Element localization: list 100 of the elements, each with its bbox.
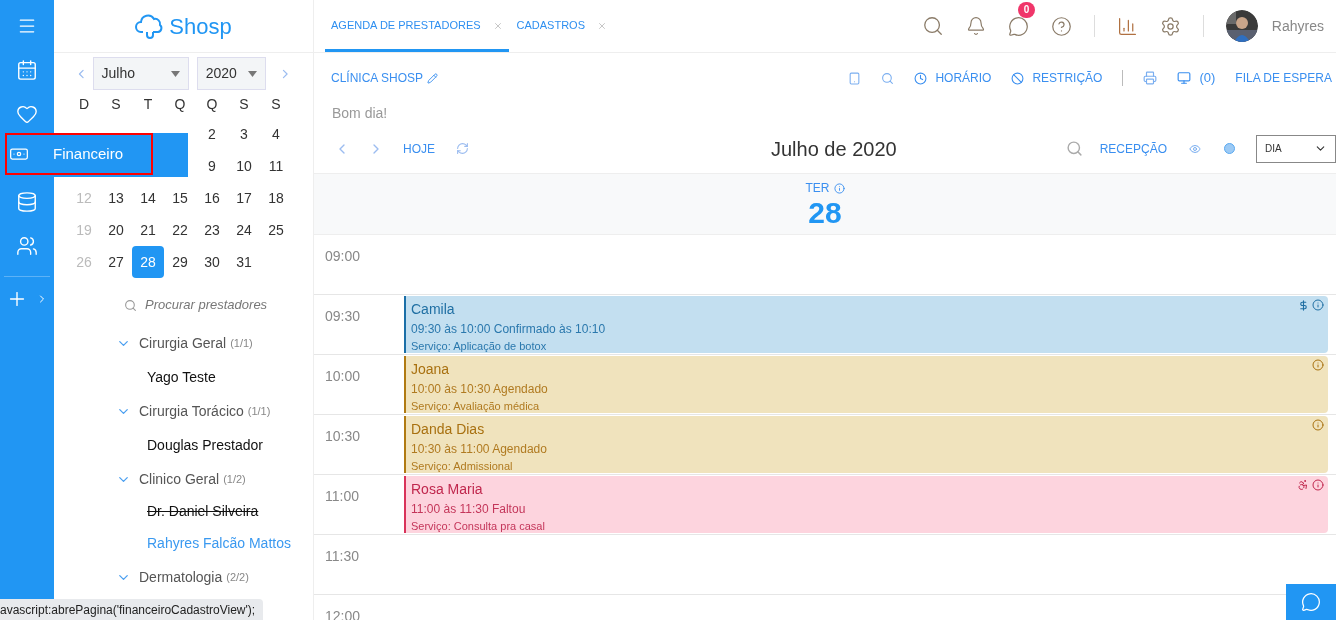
time-label: 10:00 xyxy=(324,367,362,386)
tablet-icon[interactable] xyxy=(848,71,862,85)
weekday-label: D xyxy=(77,94,91,114)
group-count: (1/1) xyxy=(230,335,253,351)
weekday-label: S xyxy=(238,94,250,114)
calendar-day[interactable]: 15 xyxy=(164,182,196,214)
appointment-service: Serviço: Aplicação de botox xyxy=(411,339,547,354)
info-icon[interactable] xyxy=(833,182,845,194)
patient-name: Danda Dias xyxy=(411,420,485,439)
group-name[interactable]: Clinico Geral xyxy=(139,468,220,490)
weekday-label: S xyxy=(110,94,122,114)
calendar-day[interactable]: 23 xyxy=(196,214,228,246)
calendar-day[interactable]: 29 xyxy=(164,246,196,278)
group-count: (2/2) xyxy=(226,569,249,585)
time-label: 09:30 xyxy=(324,307,362,326)
calendar-day[interactable]: 18 xyxy=(260,182,292,214)
patient-name: Joana xyxy=(411,360,450,379)
search-icon[interactable] xyxy=(921,15,944,37)
calendar-day[interactable]: 10 xyxy=(228,150,260,182)
group-name[interactable]: Cirurgia Geral xyxy=(139,332,227,354)
close-icon[interactable] xyxy=(492,21,503,31)
logo-text: Shosp xyxy=(169,12,232,41)
appointment-time: 10:00 às 10:30 Agendado xyxy=(411,381,548,398)
refresh-icon[interactable] xyxy=(456,142,469,155)
appointment-service: Serviço: Avaliação médica xyxy=(411,399,540,414)
group-name[interactable]: Cirurgia Torácico xyxy=(139,400,244,422)
patient-name: Rosa Maria xyxy=(411,480,483,499)
appointment-time: 09:30 às 10:00 Confirmado às 10:10 xyxy=(411,321,606,338)
calendar-day[interactable]: 20 xyxy=(100,214,132,246)
info-icon[interactable] xyxy=(1312,299,1324,311)
bell-icon[interactable] xyxy=(965,16,986,36)
weekday-label: Q xyxy=(205,94,219,114)
calendar-day[interactable]: 14 xyxy=(132,182,164,214)
help-icon[interactable] xyxy=(1050,15,1072,37)
chat-button[interactable] xyxy=(1286,584,1336,620)
group-name[interactable]: Dermatologia xyxy=(139,566,223,588)
search-icon xyxy=(124,298,137,312)
calendar-day[interactable]: 13 xyxy=(100,182,132,214)
calendar-day[interactable]: 31 xyxy=(228,246,260,278)
user-name[interactable]: Rahyres xyxy=(1271,15,1324,37)
calendar-day[interactable]: 27 xyxy=(100,246,132,278)
calendar-day[interactable]: 11 xyxy=(260,150,292,182)
close-icon[interactable] xyxy=(597,21,608,31)
calendar-day[interactable]: 24 xyxy=(228,214,260,246)
weekday-label: S xyxy=(270,94,282,114)
provider-name[interactable]: Douglas Prestador xyxy=(147,434,263,456)
caret-icon xyxy=(170,70,180,77)
eye-icon[interactable] xyxy=(1189,142,1201,155)
weekday-label: Q xyxy=(173,94,187,114)
calendar-day[interactable]: 17 xyxy=(228,182,260,214)
menu-label: Financeiro xyxy=(53,143,124,164)
group-count: (1/2) xyxy=(223,471,246,487)
settings-icon[interactable] xyxy=(1159,15,1181,37)
weekday: TER xyxy=(805,180,830,197)
info-icon[interactable] xyxy=(1312,359,1324,371)
calendar-day[interactable]: 21 xyxy=(132,214,164,246)
chat-icon xyxy=(1301,592,1321,612)
chart-icon[interactable] xyxy=(1116,15,1138,37)
time-label: 11:00 xyxy=(324,487,360,506)
print-icon[interactable] xyxy=(1143,71,1158,85)
period-title: Julho de 2020 xyxy=(771,136,897,162)
caret-icon xyxy=(248,70,258,77)
greeting: Bom dia! xyxy=(331,104,388,123)
appointment-service: Serviço: Consulta pra casal xyxy=(411,519,545,534)
time-label: 10:30 xyxy=(324,427,362,446)
appointment-card[interactable]: Camila 09:30 às 10:00 Confirmado às 10:10 Serviço: Aplicação de botox xyxy=(404,296,1328,353)
edit-icon[interactable] xyxy=(427,72,439,84)
info-icon[interactable] xyxy=(1312,419,1324,431)
appointment-time: 11:00 às 11:30 Faltou xyxy=(411,501,526,518)
notification-badge: 0 xyxy=(1017,1,1036,18)
monitor-icon xyxy=(1177,71,1192,85)
calendar-day[interactable]: 30 xyxy=(196,246,228,278)
appointment-service: Serviço: Admissional xyxy=(411,459,513,474)
group-count: (1/1) xyxy=(247,403,271,419)
month-select[interactable]: Julho xyxy=(92,57,189,90)
appointment-time: 10:30 às 11:00 Agendado xyxy=(411,441,547,458)
time-label: 11:30 xyxy=(324,547,360,566)
calendar-day[interactable]: 3 xyxy=(228,118,260,150)
patient-name: Camila xyxy=(411,300,455,319)
status-bar: avascript:abrePagina('financeiroCadastroView'); xyxy=(0,599,264,620)
calendar-day[interactable]: 2 xyxy=(196,118,228,150)
appointment-card[interactable]: Rosa Maria 11:00 às 11:30 Faltou Serviço: Consulta pra casal xyxy=(404,476,1328,533)
calendar-day[interactable]: 25 xyxy=(260,214,292,246)
calendar-day[interactable]: 4 xyxy=(260,118,292,150)
clock-icon xyxy=(914,71,928,85)
search-icon[interactable] xyxy=(881,71,895,85)
view-select[interactable]: DIA xyxy=(1256,134,1336,163)
search-icon[interactable] xyxy=(1065,140,1083,157)
ban-icon xyxy=(1011,71,1025,85)
day-number: 28 xyxy=(808,197,842,229)
calendar-day[interactable]: 22 xyxy=(164,214,196,246)
chat-icon[interactable] xyxy=(1007,15,1029,37)
calendar-day[interactable]: 16 xyxy=(196,182,228,214)
info-icon[interactable] xyxy=(1312,479,1324,491)
search-field[interactable]: Procurar prestadores xyxy=(124,294,313,316)
year-select[interactable]: 2020 xyxy=(196,57,267,90)
time-label: 09:00 xyxy=(324,247,362,266)
provider-name[interactable]: Dr. Daniel Silveira xyxy=(147,500,259,522)
provider-name[interactable]: Yago Teste xyxy=(147,366,216,388)
calendar-day[interactable]: 9 xyxy=(196,150,228,182)
